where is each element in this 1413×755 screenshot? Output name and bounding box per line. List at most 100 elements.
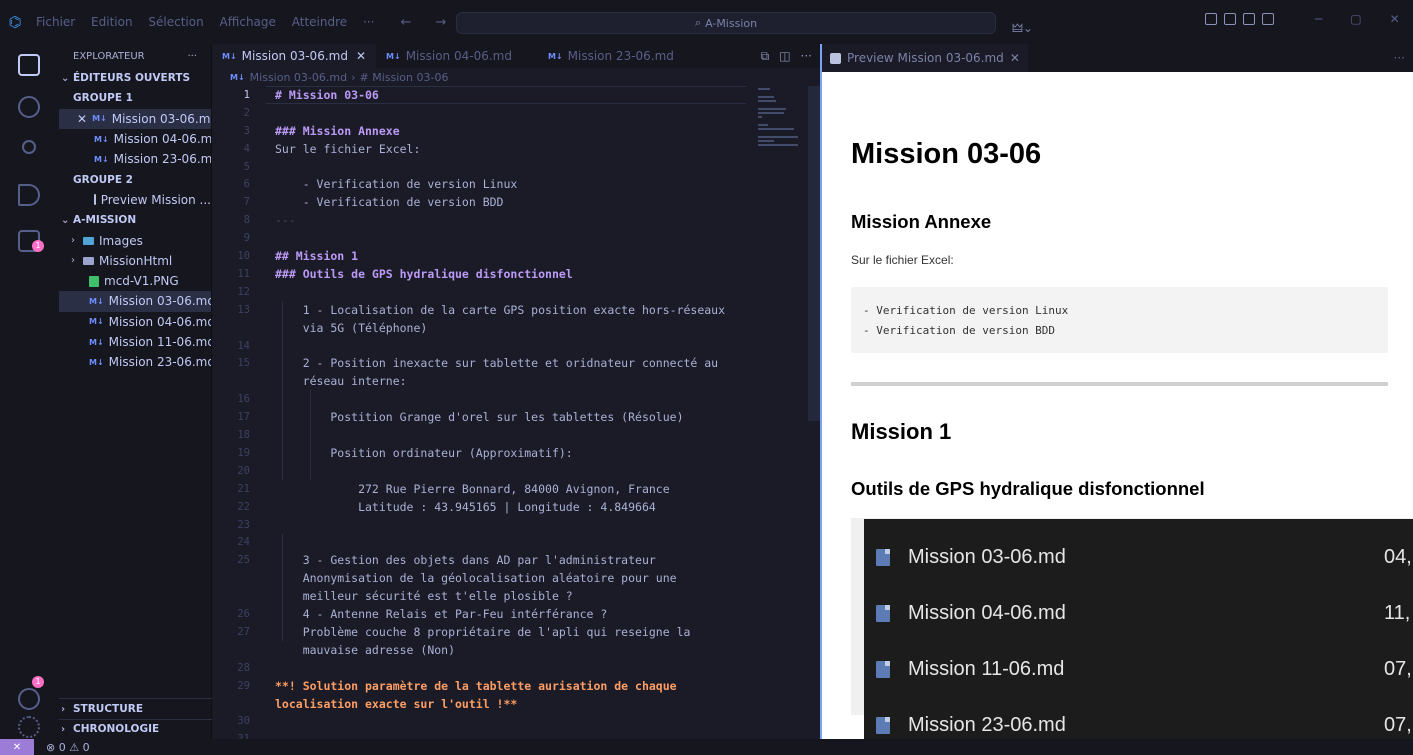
line-text: # Mission 03-06: [275, 87, 379, 102]
explorer-icon[interactable]: [18, 54, 40, 76]
source-control-icon[interactable]: [22, 140, 36, 154]
search-icon[interactable]: [18, 96, 40, 118]
open-editor-item[interactable]: M↓ Mission 04-06.md: [59, 129, 211, 149]
menu-atteindre[interactable]: Atteindre: [292, 15, 347, 29]
tree-file-png[interactable]: mcd-V1.PNG: [59, 271, 211, 291]
open-editor-item[interactable]: M↓ Mission 23-06.md: [59, 149, 211, 169]
tree-file-md[interactable]: M↓ Mission 11-06.md: [59, 332, 211, 352]
code-line[interactable]: 29 **! Solution paramètre de la tablette …: [212, 677, 808, 695]
toggle-sidebar-icon[interactable]: [1224, 13, 1236, 25]
toggle-secondary-sidebar-icon[interactable]: [1262, 13, 1274, 25]
code-line[interactable]: 30: [212, 713, 808, 731]
remote-indicator[interactable]: ✕: [0, 739, 34, 755]
close-button[interactable]: ✕: [1390, 12, 1400, 26]
breadcrumb-symbol[interactable]: # Mission 03-06: [360, 71, 449, 84]
code-line[interactable]: 10 ## Mission 1: [212, 247, 808, 265]
group-2-label: GROUPE 2: [73, 173, 133, 186]
code-line[interactable]: 18: [212, 426, 808, 444]
code-line[interactable]: 5: [212, 158, 808, 176]
copilot-icon[interactable]: 🜲⌄: [1012, 14, 1033, 39]
code-line[interactable]: 26 4 - Antenne Relais et Par-Feu intérfé…: [212, 605, 808, 623]
structure-section[interactable]: › STRUCTURE: [59, 698, 212, 718]
tree-file-md[interactable]: M↓ Mission 04-06.md: [59, 312, 211, 332]
code-line[interactable]: 23: [212, 516, 808, 534]
settings-gear-icon[interactable]: [18, 716, 40, 738]
minimap[interactable]: [758, 88, 798, 168]
code-line[interactable]: 13 1 - Localisation de la carte GPS posi…: [212, 301, 808, 319]
workspace-folder-section[interactable]: ⌄ A-MISSION: [59, 210, 211, 230]
code-line[interactable]: 7 - Verification de version BDD: [212, 193, 808, 211]
menu-affichage[interactable]: Affichage: [220, 15, 276, 29]
code-line[interactable]: 1 # Mission 03-06: [212, 86, 808, 104]
code-line[interactable]: 22 Latitude : 43.945165 | Longitude : 4.…: [212, 498, 808, 516]
code-line[interactable]: meilleur sécurité est t'elle plosible ?: [212, 587, 808, 605]
code-line[interactable]: 20: [212, 462, 808, 480]
tree-folder-missionhtml[interactable]: › MissionHtml: [59, 251, 211, 271]
explorer-more-button[interactable]: ···: [187, 51, 197, 62]
close-icon[interactable]: ✕: [77, 112, 87, 126]
code-line[interactable]: 28: [212, 659, 808, 677]
menu-more[interactable]: ···: [363, 15, 374, 29]
code-line[interactable]: 21 272 Rue Pierre Bonnard, 84000 Avignon…: [212, 480, 808, 498]
open-editor-item[interactable]: Preview Mission ...: [59, 190, 211, 210]
menu-edition[interactable]: Edition: [91, 15, 133, 29]
code-line[interactable]: 16: [212, 390, 808, 408]
tree-folder-images[interactable]: › Images: [59, 230, 211, 250]
code-area[interactable]: 1 # Mission 03-06 2 3 ### Mission Annexe 4 Sur…: [212, 86, 808, 746]
code-line[interactable]: 17 Postition Grange d'orel sur les table…: [212, 408, 808, 426]
code-line[interactable]: 4 Sur le fichier Excel:: [212, 140, 808, 158]
open-editors-section[interactable]: ⌄ ÉDITEURS OUVERTS: [59, 68, 211, 88]
toggle-panel-icon[interactable]: [1243, 13, 1255, 25]
code-line[interactable]: 3 ### Mission Annexe: [212, 122, 808, 140]
editor-scrollbar[interactable]: [808, 86, 820, 421]
code-line[interactable]: 15 2 - Position inexacte sur tablette et…: [212, 355, 808, 373]
more-actions-icon[interactable]: ···: [1394, 51, 1413, 65]
accounts-icon[interactable]: [18, 688, 40, 710]
menu-fichier[interactable]: Fichier: [36, 15, 75, 29]
indent-guide: [282, 533, 283, 641]
code-line[interactable]: 11 ### Outils de GPS hydralique disfoncti…: [212, 265, 808, 283]
customize-layout-icon[interactable]: [1205, 13, 1217, 25]
code-line[interactable]: 12: [212, 283, 808, 301]
close-icon[interactable]: ✕: [356, 49, 366, 63]
split-editor-icon[interactable]: ◫: [779, 49, 790, 63]
open-editor-item[interactable]: ✕ M↓ Mission 03-06.md: [59, 108, 211, 129]
open-preview-icon[interactable]: ⧉: [761, 49, 770, 64]
tab-mission-03-06[interactable]: M↓ Mission 03-06.md ✕: [212, 44, 377, 68]
code-line[interactable]: 8 ---: [212, 211, 808, 229]
minimize-button[interactable]: ─: [1315, 12, 1322, 26]
maximize-button[interactable]: ▢: [1350, 12, 1361, 26]
code-line[interactable]: 27 Problème couche 8 propriétaire de l'a…: [212, 623, 808, 641]
line-text: ### Mission Annexe: [275, 123, 400, 138]
preview-h3-outils: Outils de GPS hydralique disfonctionnel: [851, 478, 1205, 499]
code-line[interactable]: 19 Position ordinateur (Approximatif):: [212, 444, 808, 462]
code-line[interactable]: 2: [212, 104, 808, 122]
tree-file-md[interactable]: M↓ Mission 23-06.md: [59, 352, 211, 372]
tree-file-md[interactable]: M↓ Mission 03-06.md: [59, 291, 211, 312]
menu-selection[interactable]: Sélection: [148, 15, 203, 29]
command-center-search[interactable]: ⌕ A-Mission: [456, 12, 996, 34]
run-debug-icon[interactable]: [18, 184, 40, 206]
markdown-file-icon: [876, 604, 890, 622]
code-line[interactable]: 14: [212, 337, 808, 355]
code-line[interactable]: 9: [212, 229, 808, 247]
tab-mission-04-06[interactable]: M↓ Mission 04-06.md: [376, 44, 522, 68]
code-line[interactable]: 24: [212, 534, 808, 552]
chronologie-section[interactable]: › CHRONOLOGIE: [59, 718, 212, 739]
group-2-header[interactable]: GROUPE 2: [59, 169, 211, 189]
close-icon[interactable]: ✕: [1010, 51, 1020, 65]
code-line[interactable]: via 5G (Téléphone): [212, 319, 808, 337]
code-line[interactable]: mauvaise adresse (Non): [212, 641, 808, 659]
code-line[interactable]: 25 3 - Gestion des objets dans AD par l'…: [212, 551, 808, 569]
group-1-header[interactable]: GROUPE 1: [59, 88, 211, 108]
tab-preview[interactable]: Preview Mission 03-06.md ✕: [822, 44, 1028, 72]
code-line[interactable]: 6 - Verification de version Linux: [212, 176, 808, 194]
nav-back-forward[interactable]: ← →: [400, 15, 456, 30]
code-line[interactable]: localisation exacte sur l'outil !**: [212, 695, 808, 713]
more-actions-icon[interactable]: ···: [801, 49, 812, 63]
breadcrumb-file[interactable]: Mission 03-06.md: [250, 71, 347, 84]
code-line[interactable]: réseau interne:: [212, 372, 808, 390]
code-line[interactable]: Anonymisation de la géolocalisation aléa…: [212, 569, 808, 587]
problems-indicator[interactable]: ⊗ 0 ⚠ 0: [46, 741, 90, 754]
tab-mission-23-06[interactable]: M↓ Mission 23-06.md: [538, 44, 684, 68]
